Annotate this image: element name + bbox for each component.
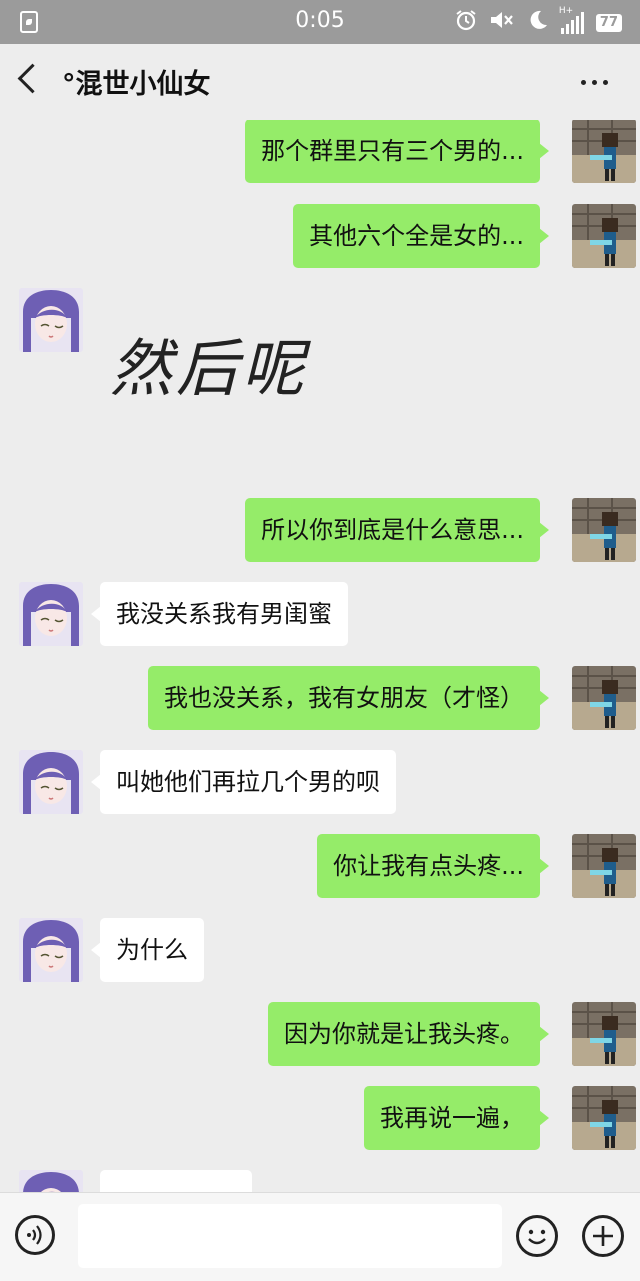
chat-title: °混世小仙女: [62, 69, 211, 100]
message-bubble[interactable]: 其他六个全是女的...: [293, 204, 549, 268]
my-avatar[interactable]: [572, 1086, 636, 1150]
message-row: 然后呢: [0, 288, 640, 448]
network-type: H+: [558, 6, 574, 16]
voice-icon[interactable]: [15, 1215, 55, 1255]
message-bubble[interactable]: 那个群里只有三个男的...: [245, 120, 549, 183]
more-icon[interactable]: [581, 80, 608, 85]
message-bubble[interactable]: 为什么: [91, 918, 204, 982]
status-bar: 0:05 H+ 77: [0, 0, 640, 44]
message-bubble[interactable]: 我没关系我有男闺蜜: [91, 582, 348, 646]
alarm-icon: [455, 9, 477, 37]
message-bubble[interactable]: 因为你就是让我头疼。: [268, 1002, 549, 1066]
message-bubble[interactable]: [100, 1170, 252, 1192]
moon-icon: [527, 9, 549, 37]
message-bubble[interactable]: 我再说一遍，: [364, 1086, 549, 1150]
chat-header: °混世小仙女: [0, 44, 640, 120]
input-bar: [0, 1192, 640, 1281]
message-input[interactable]: [78, 1204, 502, 1268]
contact-avatar[interactable]: [19, 750, 83, 814]
my-avatar[interactable]: [572, 120, 636, 183]
chevron-left-icon[interactable]: [17, 63, 48, 94]
message-bubble[interactable]: 你让我有点头疼...: [317, 834, 549, 898]
emoji-icon[interactable]: [516, 1215, 558, 1257]
signal-icon: H+: [559, 6, 584, 34]
contact-avatar[interactable]: [19, 288, 83, 352]
contact-avatar[interactable]: [19, 918, 83, 982]
my-avatar[interactable]: [572, 834, 636, 898]
my-avatar[interactable]: [572, 666, 636, 730]
plus-icon[interactable]: [582, 1215, 624, 1257]
status-icons: H+ 77: [455, 6, 622, 37]
message-list[interactable]: 那个群里只有三个男的... 其他六个全是女的... 然后呢 所以你到底是什么意思…: [0, 120, 640, 1192]
message-bubble[interactable]: 我也没关系，我有女朋友（才怪）: [148, 666, 549, 730]
my-avatar[interactable]: [572, 204, 636, 268]
my-avatar[interactable]: [572, 498, 636, 562]
contact-avatar[interactable]: [19, 1170, 83, 1192]
contact-avatar[interactable]: [19, 582, 83, 646]
battery-level: 77: [595, 14, 622, 32]
my-avatar[interactable]: [572, 1002, 636, 1066]
sticker-message[interactable]: 然后呢: [110, 318, 308, 408]
message-bubble[interactable]: 叫她他们再拉几个男的呗: [91, 750, 396, 814]
message-bubble[interactable]: 所以你到底是什么意思...: [245, 498, 549, 562]
mute-icon: [489, 9, 515, 37]
